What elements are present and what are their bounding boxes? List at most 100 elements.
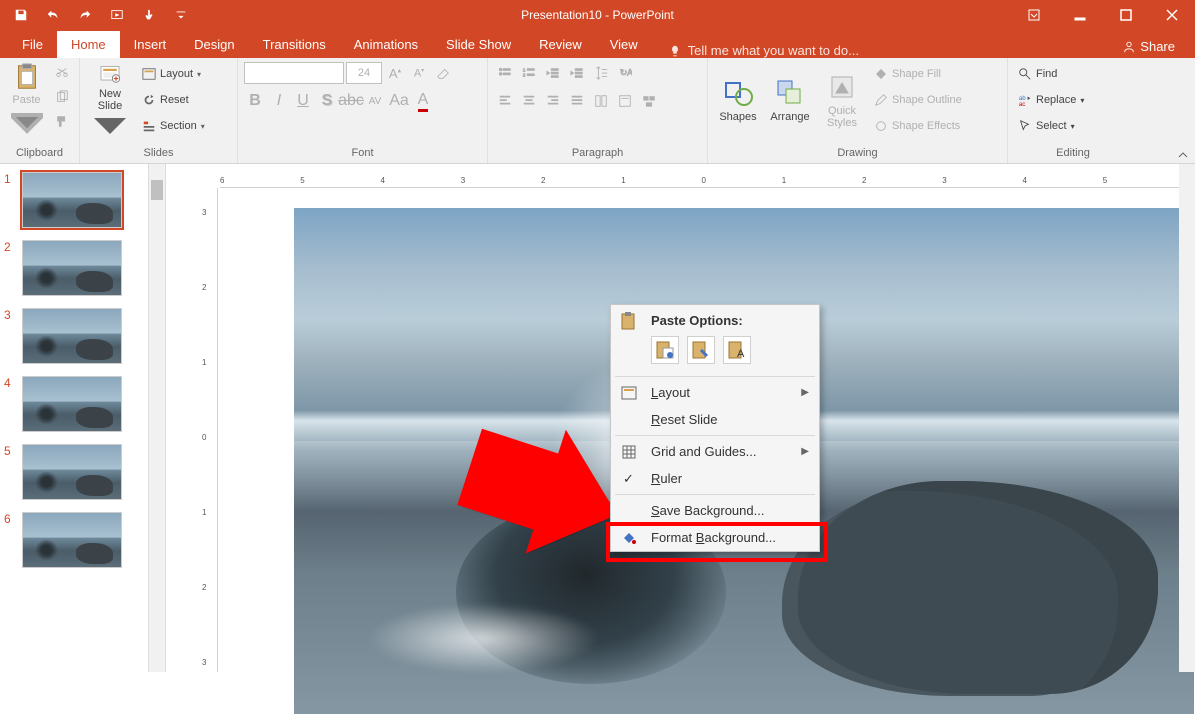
replace-button[interactable]: abacReplace ▾ bbox=[1014, 88, 1088, 112]
ctx-format-background[interactable]: Format Background... bbox=[611, 524, 819, 551]
qat-customize-icon[interactable] bbox=[168, 2, 194, 28]
align-left-button[interactable] bbox=[494, 90, 516, 112]
slide-editing-area[interactable]: 6543210123456 3210123 Paste Options: A bbox=[186, 164, 1195, 672]
group-label: Paragraph bbox=[494, 145, 701, 161]
tab-transitions[interactable]: Transitions bbox=[249, 31, 340, 58]
minimize-button[interactable] bbox=[1057, 0, 1103, 30]
slide-thumbnails-pane: 1 2 3 4 5 6 bbox=[0, 164, 168, 672]
thumbnails-scrollbar[interactable] bbox=[148, 164, 166, 672]
increase-font-button[interactable]: A▴ bbox=[384, 62, 406, 84]
share-button[interactable]: Share bbox=[1114, 35, 1183, 58]
start-from-beginning-icon[interactable] bbox=[104, 2, 130, 28]
clipboard-icon bbox=[11, 62, 43, 92]
ribbon: Paste Clipboard New Slide Layout ▾ Reset… bbox=[0, 58, 1195, 164]
undo-icon[interactable] bbox=[40, 2, 66, 28]
align-right-button[interactable] bbox=[542, 90, 564, 112]
title-bar: Presentation10 - PowerPoint bbox=[0, 0, 1195, 30]
thumbnail-slide-5[interactable]: 5 bbox=[4, 444, 164, 500]
pen-icon bbox=[874, 93, 888, 107]
shape-fill-button[interactable]: Shape Fill bbox=[870, 62, 966, 86]
context-menu: Paste Options: A Layout▶ Reset Slide Gri… bbox=[610, 304, 820, 552]
bucket-icon bbox=[874, 67, 888, 81]
lightbulb-icon bbox=[668, 44, 682, 58]
select-button[interactable]: Select ▾ bbox=[1014, 114, 1088, 138]
reset-button[interactable]: Reset bbox=[138, 88, 209, 112]
paintbrush-icon bbox=[55, 114, 69, 128]
tab-slideshow[interactable]: Slide Show bbox=[432, 31, 525, 58]
justify-button[interactable] bbox=[566, 90, 588, 112]
tab-file[interactable]: File bbox=[8, 31, 57, 58]
align-text-button[interactable] bbox=[614, 90, 636, 112]
shapes-button[interactable]: Shapes bbox=[714, 62, 762, 138]
decrease-indent-button[interactable] bbox=[542, 62, 564, 84]
redo-icon[interactable] bbox=[72, 2, 98, 28]
maximize-button[interactable] bbox=[1103, 0, 1149, 30]
thumbnail-slide-3[interactable]: 3 bbox=[4, 308, 164, 364]
paste-use-destination-theme[interactable] bbox=[651, 336, 679, 364]
layout-button[interactable]: Layout ▾ bbox=[138, 62, 209, 86]
ribbon-display-options-icon[interactable] bbox=[1011, 0, 1057, 30]
touch-mode-icon[interactable] bbox=[136, 2, 162, 28]
bullets-button[interactable] bbox=[494, 62, 516, 84]
thumbnail-slide-2[interactable]: 2 bbox=[4, 240, 164, 296]
tab-home[interactable]: Home bbox=[57, 31, 120, 58]
svg-text:A: A bbox=[737, 348, 745, 360]
tab-animations[interactable]: Animations bbox=[340, 31, 432, 58]
shape-effects-button[interactable]: Shape Effects bbox=[870, 114, 966, 138]
font-family-combo[interactable] bbox=[244, 62, 344, 84]
strikethrough-button[interactable]: abc bbox=[340, 90, 362, 112]
ctx-reset-slide[interactable]: Reset Slide bbox=[611, 406, 819, 433]
align-center-button[interactable] bbox=[518, 90, 540, 112]
ctx-layout[interactable]: Layout▶ bbox=[611, 379, 819, 406]
cut-button[interactable] bbox=[51, 62, 73, 84]
ctx-save-background[interactable]: Save Background... bbox=[611, 497, 819, 524]
section-button[interactable]: Section ▾ bbox=[138, 114, 209, 138]
copy-button[interactable] bbox=[51, 86, 73, 108]
clear-formatting-button[interactable] bbox=[432, 62, 454, 84]
red-arrow-annotation bbox=[456, 420, 626, 565]
underline-button[interactable]: U bbox=[292, 90, 314, 112]
columns-button[interactable] bbox=[590, 90, 612, 112]
thumbnail-slide-6[interactable]: 6 bbox=[4, 512, 164, 568]
tab-insert[interactable]: Insert bbox=[120, 31, 181, 58]
bold-button[interactable]: B bbox=[244, 90, 266, 112]
char-spacing-button[interactable]: AV bbox=[364, 90, 386, 112]
find-button[interactable]: Find bbox=[1014, 62, 1088, 86]
shape-outline-button[interactable]: Shape Outline bbox=[870, 88, 966, 112]
ctx-ruler[interactable]: ✓ Ruler bbox=[611, 465, 819, 492]
tell-me-search[interactable]: Tell me what you want to do... bbox=[668, 43, 859, 58]
quick-styles-button[interactable]: Quick Styles bbox=[818, 62, 866, 138]
paste-text-only[interactable]: A bbox=[723, 336, 751, 364]
close-button[interactable] bbox=[1149, 0, 1195, 30]
decrease-font-button[interactable]: A▾ bbox=[408, 62, 430, 84]
save-icon[interactable] bbox=[8, 2, 34, 28]
font-color-button[interactable]: A bbox=[412, 90, 434, 112]
arrange-button[interactable]: Arrange bbox=[766, 62, 814, 138]
tab-view[interactable]: View bbox=[596, 31, 652, 58]
window-title: Presentation10 - PowerPoint bbox=[521, 8, 674, 22]
tab-design[interactable]: Design bbox=[180, 31, 248, 58]
increase-indent-button[interactable] bbox=[566, 62, 588, 84]
change-case-button[interactable]: Aa bbox=[388, 90, 410, 112]
quick-styles-icon bbox=[826, 71, 858, 103]
italic-button[interactable]: I bbox=[268, 90, 290, 112]
effects-icon bbox=[874, 119, 888, 133]
font-size-combo[interactable] bbox=[346, 62, 382, 84]
vertical-scrollbar[interactable] bbox=[1179, 164, 1195, 672]
tab-review[interactable]: Review bbox=[525, 31, 596, 58]
format-painter-button[interactable] bbox=[51, 110, 73, 132]
text-direction-button[interactable]: ↻A bbox=[614, 62, 636, 84]
thumbnail-slide-4[interactable]: 4 bbox=[4, 376, 164, 432]
thumbnail-slide-1[interactable]: 1 bbox=[4, 172, 164, 228]
paste-button[interactable]: Paste bbox=[6, 62, 47, 138]
arrange-icon bbox=[774, 77, 806, 109]
shadow-button[interactable]: S bbox=[316, 90, 338, 112]
new-slide-button[interactable]: New Slide bbox=[86, 62, 134, 138]
ctx-grid-guides[interactable]: Grid and Guides...▶ bbox=[611, 438, 819, 465]
vertical-ruler: 3210123 bbox=[198, 188, 218, 672]
numbering-button[interactable]: 12 bbox=[518, 62, 540, 84]
smartart-button[interactable] bbox=[638, 90, 660, 112]
section-icon bbox=[142, 119, 156, 133]
paste-keep-source-formatting[interactable] bbox=[687, 336, 715, 364]
line-spacing-button[interactable] bbox=[590, 62, 612, 84]
